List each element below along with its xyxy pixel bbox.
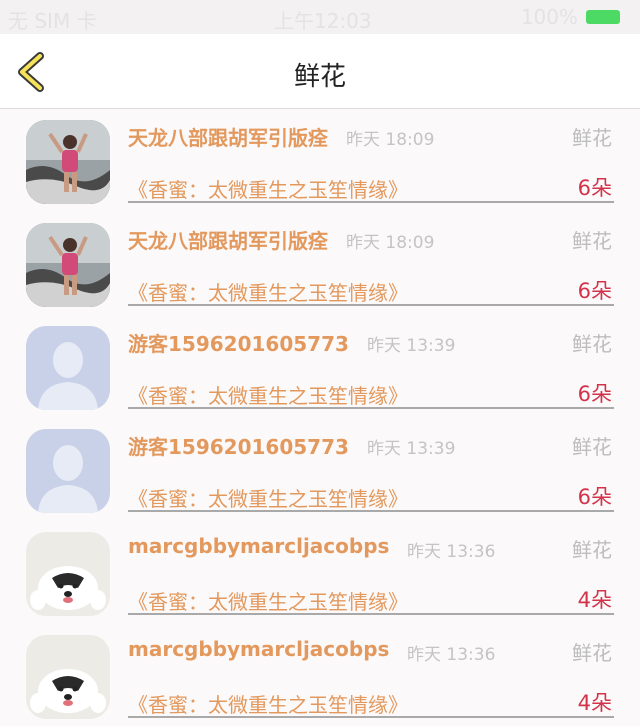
gift-type-label: 鲜花 [572, 126, 612, 150]
gift-type-label: 鲜花 [572, 435, 612, 459]
gift-count: 6朵 [577, 176, 612, 200]
book-title-link[interactable]: 《香蜜：太微重生之玉笙情缘》 [128, 174, 408, 203]
timestamp: 昨天 13:39 [367, 336, 456, 356]
row-divider [128, 613, 614, 615]
gift-type-label: 鲜花 [572, 538, 612, 562]
user-name[interactable]: 游客1596201605773 [128, 328, 349, 357]
book-title-link[interactable]: 《香蜜：太微重生之玉笙情缘》 [128, 380, 408, 409]
timestamp: 昨天 18:09 [346, 233, 435, 253]
user-name[interactable]: marcgbbymarcljacobps [128, 637, 389, 661]
battery-percent: 100% [520, 5, 578, 29]
list-item[interactable]: 天龙八部跟胡军引版痊 昨天 18:09 鲜花《香蜜：太微重生之玉笙情缘》 6朵 [0, 211, 640, 314]
battery-icon [586, 10, 620, 24]
timestamp: 昨天 13:39 [367, 439, 456, 459]
gift-type-label: 鲜花 [572, 332, 612, 356]
page-title: 鲜花 [293, 62, 346, 92]
clock-label: 上午12:03 [274, 9, 372, 33]
photo-avatar-icon[interactable] [26, 223, 110, 307]
row-divider [128, 407, 614, 409]
photo-avatar-icon[interactable] [26, 120, 110, 204]
list-item[interactable]: 天龙八部跟胡军引版痊 昨天 18:09 鲜花《香蜜：太微重生之玉笙情缘》 6朵 [0, 108, 640, 211]
gift-type-label: 鲜花 [572, 229, 612, 253]
list-item[interactable]: 游客1596201605773 昨天 13:39 鲜花《香蜜：太微重生之玉笙情缘》 6… [0, 314, 640, 417]
dog-avatar-icon[interactable] [26, 532, 110, 616]
user-name[interactable]: 天龙八部跟胡军引版痊 [128, 225, 328, 254]
list-item[interactable]: marcgbbymarcljacobps 昨天 13:36 鲜花《香蜜：太微重生之玉… [0, 623, 640, 726]
row-divider [128, 510, 614, 512]
timestamp: 昨天 18:09 [346, 130, 435, 150]
book-title-link[interactable]: 《香蜜：太微重生之玉笙情缘》 [128, 483, 408, 512]
gift-count: 6朵 [577, 485, 612, 509]
gift-count: 4朵 [577, 691, 612, 715]
timestamp: 昨天 13:36 [407, 542, 496, 562]
book-title-link[interactable]: 《香蜜：太微重生之玉笙情缘》 [128, 277, 408, 306]
list-item[interactable]: marcgbbymarcljacobps 昨天 13:36 鲜花《香蜜：太微重生之玉… [0, 520, 640, 623]
default-user-icon[interactable] [26, 429, 110, 513]
gift-type-label: 鲜花 [572, 641, 612, 665]
gift-count: 4朵 [577, 588, 612, 612]
user-name[interactable]: marcgbbymarcljacobps [128, 534, 389, 558]
user-name[interactable]: 天龙八部跟胡军引版痊 [128, 122, 328, 151]
gift-count: 6朵 [577, 382, 612, 406]
gift-list: 天龙八部跟胡军引版痊 昨天 18:09 鲜花 《香蜜：太微重生之玉笙情缘》 6朵 天龙八部… [0, 108, 640, 726]
nav-bar: 鲜花 [0, 34, 640, 109]
carrier-label: 无 SIM 卡 [8, 9, 97, 33]
status-bar: 无 SIM 卡 上午12:03 100% [0, 0, 640, 34]
row-divider [128, 201, 614, 203]
list-item[interactable]: 游客1596201605773 昨天 13:39 鲜花《香蜜：太微重生之玉笙情缘》 6… [0, 417, 640, 520]
timestamp: 昨天 13:36 [407, 645, 496, 665]
status-right: 100% [521, 5, 620, 29]
user-name[interactable]: 游客1596201605773 [128, 431, 349, 460]
gift-count: 6朵 [577, 279, 612, 303]
default-user-icon[interactable] [26, 326, 110, 410]
book-title-link[interactable]: 《香蜜：太微重生之玉笙情缘》 [128, 689, 408, 718]
row-divider [128, 304, 614, 306]
book-title-link[interactable]: 《香蜜：太微重生之玉笙情缘》 [128, 586, 408, 615]
dog-avatar-icon[interactable] [26, 635, 110, 719]
